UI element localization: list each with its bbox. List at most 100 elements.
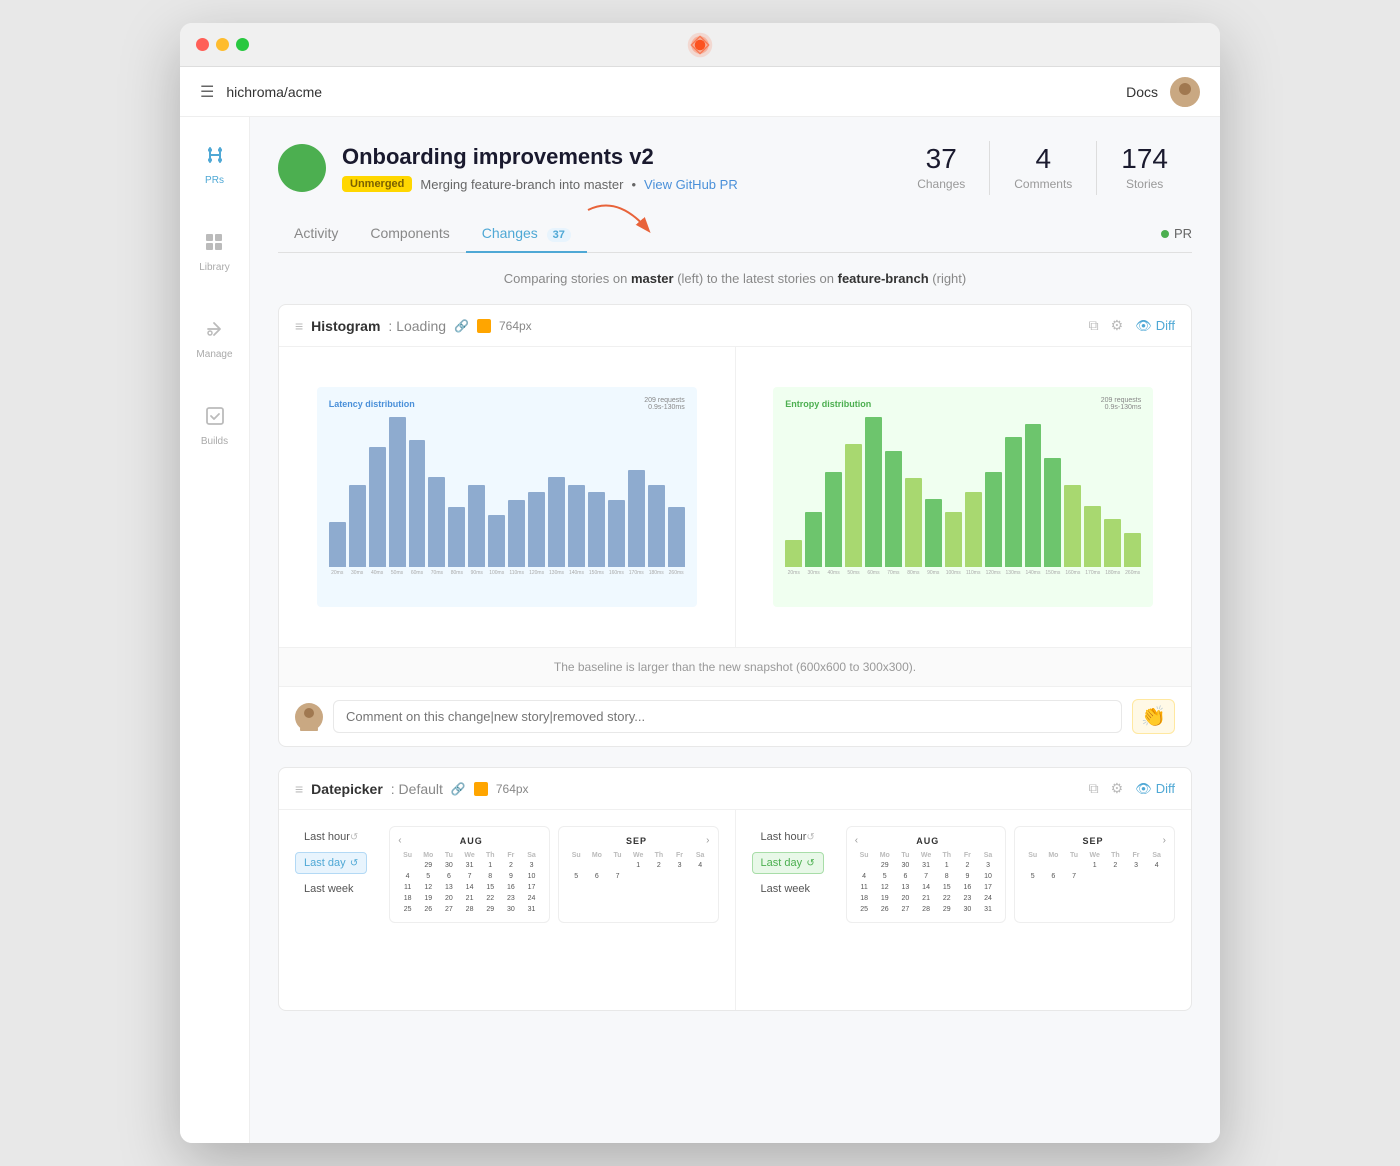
maximize-button[interactable] (236, 38, 249, 51)
calendar-day[interactable]: 5 (419, 872, 438, 881)
calendar-day[interactable]: 13 (896, 883, 915, 892)
calendar-day[interactable]: 27 (440, 905, 459, 914)
calendar-day[interactable]: 29 (481, 905, 500, 914)
calendar-day[interactable]: 5 (875, 872, 894, 881)
calendar-day[interactable]: 24 (522, 894, 541, 903)
calendar-day[interactable]: 7 (1065, 872, 1084, 881)
calendar-day[interactable]: 20 (440, 894, 459, 903)
calendar-day[interactable]: 23 (958, 894, 977, 903)
calendar-day[interactable]: 25 (855, 905, 874, 914)
calendar-day[interactable]: 24 (979, 894, 998, 903)
tab-activity[interactable]: Activity (278, 215, 354, 253)
calendar-day[interactable]: 31 (917, 861, 936, 870)
calendar-day[interactable]: 18 (398, 894, 417, 903)
calendar-day[interactable]: 5 (567, 872, 586, 881)
dp-right-sep-next[interactable]: › (1163, 835, 1166, 846)
menu-icon[interactable]: ☰ (200, 82, 214, 102)
close-button[interactable] (196, 38, 209, 51)
calendar-day[interactable]: 8 (937, 872, 956, 881)
minimize-button[interactable] (216, 38, 229, 51)
dp-left-last-week[interactable]: Last week (295, 878, 367, 900)
histogram-settings-icon[interactable]: ⚙ (1111, 317, 1124, 334)
calendar-day[interactable]: 26 (875, 905, 894, 914)
calendar-day[interactable]: 2 (502, 861, 521, 870)
calendar-day[interactable]: 14 (917, 883, 936, 892)
calendar-day[interactable]: 2 (958, 861, 977, 870)
calendar-day[interactable]: 4 (691, 861, 710, 870)
calendar-day[interactable]: 6 (588, 872, 607, 881)
calendar-day[interactable]: 6 (896, 872, 915, 881)
sidebar-item-library[interactable]: Library (189, 224, 240, 281)
dp-right-last-day[interactable]: Last day ↺ (752, 852, 824, 874)
calendar-day[interactable]: 22 (937, 894, 956, 903)
calendar-day[interactable]: 9 (958, 872, 977, 881)
calendar-day[interactable]: 10 (522, 872, 541, 881)
calendar-day[interactable]: 1 (629, 861, 648, 870)
sidebar-item-manage[interactable]: Manage (186, 311, 242, 368)
calendar-day[interactable]: 20 (896, 894, 915, 903)
datepicker-diff-btn[interactable]: 👁 Diff (1135, 781, 1175, 797)
calendar-day[interactable]: 7 (608, 872, 627, 881)
calendar-day[interactable]: 2 (1106, 861, 1125, 870)
view-github-link[interactable]: View GitHub PR (644, 177, 738, 192)
calendar-day[interactable]: 3 (670, 861, 689, 870)
calendar-day[interactable]: 12 (875, 883, 894, 892)
calendar-day[interactable]: 5 (1023, 872, 1042, 881)
calendar-day[interactable]: 29 (875, 861, 894, 870)
calendar-day[interactable]: 10 (979, 872, 998, 881)
calendar-day[interactable]: 14 (460, 883, 479, 892)
calendar-day[interactable]: 16 (958, 883, 977, 892)
calendar-day[interactable]: 6 (440, 872, 459, 881)
calendar-day[interactable]: 15 (937, 883, 956, 892)
calendar-day[interactable]: 31 (979, 905, 998, 914)
calendar-day[interactable]: 13 (440, 883, 459, 892)
calendar-day[interactable]: 30 (502, 905, 521, 914)
histogram-diff-btn[interactable]: 👁 Diff (1135, 318, 1175, 334)
dp-left-last-hour[interactable]: Last hour ↺ (295, 826, 367, 848)
calendar-day[interactable]: 30 (896, 861, 915, 870)
calendar-day[interactable]: 4 (398, 872, 417, 881)
calendar-day[interactable]: 16 (502, 883, 521, 892)
dp-right-last-week[interactable]: Last week (752, 878, 824, 900)
calendar-day[interactable]: 1 (481, 861, 500, 870)
sidebar-item-prs[interactable]: PRs (195, 137, 235, 194)
emoji-button[interactable]: 👏 (1132, 699, 1175, 734)
histogram-copy-icon[interactable]: ⧉ (1089, 317, 1099, 334)
tab-pr[interactable]: PR (1161, 216, 1192, 251)
datepicker-settings-icon[interactable]: ⚙ (1111, 780, 1124, 797)
calendar-day[interactable]: 17 (979, 883, 998, 892)
calendar-day[interactable]: 29 (937, 905, 956, 914)
docs-link[interactable]: Docs (1126, 84, 1158, 100)
calendar-day[interactable]: 28 (460, 905, 479, 914)
calendar-day[interactable]: 25 (398, 905, 417, 914)
calendar-day[interactable]: 1 (1085, 861, 1104, 870)
datepicker-copy-icon[interactable]: ⧉ (1089, 780, 1099, 797)
calendar-day[interactable]: 19 (419, 894, 438, 903)
tab-changes[interactable]: Changes 37 (466, 215, 587, 253)
calendar-day[interactable]: 11 (398, 883, 417, 892)
calendar-day[interactable]: 11 (855, 883, 874, 892)
dp-left-last-day[interactable]: Last day ↺ (295, 852, 367, 874)
calendar-day[interactable]: 2 (650, 861, 669, 870)
calendar-day[interactable]: 7 (460, 872, 479, 881)
calendar-day[interactable]: 26 (419, 905, 438, 914)
sidebar-item-builds[interactable]: Builds (191, 398, 238, 455)
calendar-day[interactable]: 21 (917, 894, 936, 903)
calendar-day[interactable]: 22 (481, 894, 500, 903)
comment-input[interactable] (333, 700, 1122, 733)
calendar-day[interactable]: 29 (419, 861, 438, 870)
calendar-day[interactable]: 12 (419, 883, 438, 892)
dp-right-last-hour[interactable]: Last hour ↺ (752, 826, 824, 848)
calendar-day[interactable]: 8 (481, 872, 500, 881)
calendar-day[interactable]: 23 (502, 894, 521, 903)
calendar-day[interactable]: 7 (917, 872, 936, 881)
calendar-day[interactable]: 18 (855, 894, 874, 903)
calendar-day[interactable]: 31 (460, 861, 479, 870)
histogram-link-icon[interactable]: 🔗 (454, 319, 469, 333)
calendar-day[interactable]: 30 (440, 861, 459, 870)
calendar-day[interactable]: 6 (1044, 872, 1063, 881)
tab-components[interactable]: Components (354, 215, 465, 253)
calendar-day[interactable]: 4 (1147, 861, 1166, 870)
calendar-day[interactable]: 31 (522, 905, 541, 914)
calendar-day[interactable]: 28 (917, 905, 936, 914)
